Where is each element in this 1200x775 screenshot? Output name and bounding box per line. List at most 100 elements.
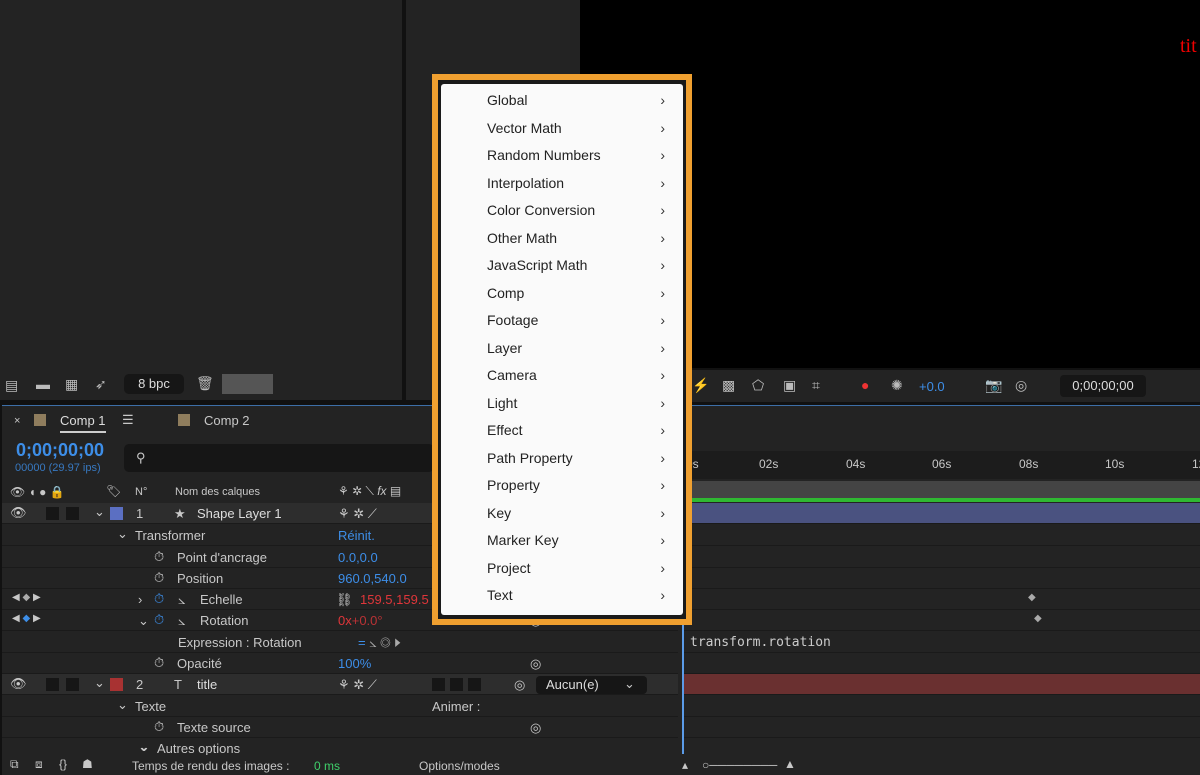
color-swatch[interactable]	[222, 374, 273, 394]
guides-icon[interactable]: ⌗	[812, 378, 820, 392]
interpret-footage-icon[interactable]: ▤	[5, 378, 18, 392]
timeline-track[interactable]: ◆	[682, 610, 1200, 631]
viewer-timecode[interactable]: 0;00;00;00	[1060, 375, 1146, 397]
options-modes-toggle[interactable]: Options/modes	[419, 759, 500, 773]
property-value[interactable]: Réinit.	[338, 528, 375, 543]
chevron-down-icon[interactable]: ⌄	[138, 613, 149, 629]
mode-switch[interactable]	[450, 678, 463, 691]
tab-comp-2[interactable]: Comp 2	[204, 413, 250, 428]
brackets-icon[interactable]: {}	[59, 757, 67, 771]
menu-item-project[interactable]: Project ›	[441, 555, 683, 582]
stopwatch-icon[interactable]: ⏱	[154, 719, 164, 735]
current-time-indicator[interactable]	[682, 622, 684, 754]
menu-item-vector-math[interactable]: Vector Math ›	[441, 115, 683, 142]
menu-item-javascript-math[interactable]: JavaScript Math ›	[441, 252, 683, 279]
menu-item-layer[interactable]: Layer ›	[441, 335, 683, 362]
folder-icon[interactable]: ▬	[36, 377, 50, 391]
menu-item-color-conversion[interactable]: Color Conversion ›	[441, 197, 683, 224]
property-row[interactable]: ⌄TexteAnimer :◎	[2, 696, 678, 717]
menu-item-text[interactable]: Text ›	[441, 582, 683, 609]
timeline-track[interactable]	[682, 568, 1200, 589]
property-value[interactable]: 159.5,159.5	[360, 592, 429, 607]
exposure-value[interactable]: +0.0	[919, 379, 945, 394]
property-value[interactable]: 100%	[338, 656, 371, 671]
layer-switches-icon[interactable]: ⧈	[35, 757, 43, 772]
render-rocket-icon[interactable]: ➶	[95, 377, 107, 391]
menu-item-random-numbers[interactable]: Random Numbers ›	[441, 142, 683, 169]
keyframe-nav[interactable]: ◀ ◆ ▶	[12, 592, 41, 603]
work-area-bar[interactable]	[682, 481, 1200, 498]
channels-icon[interactable]: ●	[861, 378, 869, 392]
draft-3d-icon[interactable]: ☗	[82, 757, 93, 771]
label-color[interactable]	[110, 678, 123, 691]
lock-switch[interactable]	[66, 678, 79, 691]
timeline-track[interactable]	[682, 696, 1200, 717]
parent-select[interactable]: Aucun(e) ⌄	[536, 676, 647, 694]
keyframe-icon[interactable]: ◆	[1028, 592, 1036, 603]
snapshot-icon[interactable]: 📷	[985, 378, 1002, 392]
menu-item-path-property[interactable]: Path Property ›	[441, 445, 683, 472]
spiral-icon[interactable]: ◎	[530, 656, 541, 672]
eye-icon[interactable]: 👁	[10, 676, 27, 692]
menu-item-global[interactable]: Global ›	[441, 87, 683, 114]
timeline-track[interactable]: ◆	[682, 589, 1200, 610]
show-snapshot-icon[interactable]: ◎	[1015, 378, 1027, 392]
bpc-button[interactable]: 8 bpc	[124, 374, 184, 394]
mode-switch[interactable]	[432, 678, 445, 691]
stopwatch-icon[interactable]: ⏱	[154, 655, 164, 671]
property-row[interactable]: ⏱ Texte source ◎	[2, 717, 678, 738]
solo-switch[interactable]	[46, 678, 59, 691]
mask-path-icon[interactable]: ⬠	[752, 378, 764, 392]
expression-text[interactable]: transform.rotation	[690, 635, 831, 650]
link-icon[interactable]: ⛓	[336, 592, 353, 608]
transparency-grid-icon[interactable]: ▩	[722, 378, 735, 392]
property-row[interactable]: Expression : Rotation = ⦣ ◎ ⏵	[2, 632, 678, 653]
timeline-track[interactable]	[682, 547, 1200, 568]
animate-button[interactable]: Animer :	[432, 699, 480, 714]
menu-item-property[interactable]: Property ›	[441, 472, 683, 499]
eye-icon[interactable]: 👁	[10, 505, 27, 521]
trash-icon[interactable]: 🗑	[196, 376, 214, 390]
current-timecode[interactable]: 0;00;00;00	[16, 440, 104, 461]
spiral-icon[interactable]: ◎	[514, 677, 525, 693]
graph-icon[interactable]: ⦣	[178, 592, 185, 608]
layer-search-input[interactable]: ⚲	[124, 444, 434, 472]
menu-item-key[interactable]: Key ›	[441, 500, 683, 527]
property-value[interactable]: 960.0,540.0	[338, 571, 407, 586]
region-icon[interactable]: ▣	[783, 378, 796, 392]
switch-icons[interactable]: ⚘ ✲ ⟋	[338, 506, 377, 522]
menu-item-interpolation[interactable]: Interpolation ›	[441, 170, 683, 197]
lock-switch[interactable]	[66, 507, 79, 520]
property-row[interactable]: ⏱ Opacité 100% ◎	[2, 653, 678, 674]
menu-item-comp[interactable]: Comp ›	[441, 280, 683, 307]
menu-item-footage[interactable]: Footage ›	[441, 307, 683, 334]
rotation-value[interactable]: 0x+0.0°	[338, 613, 383, 628]
chevron-down-icon[interactable]: ⌄	[117, 697, 128, 713]
comp-flowchart-icon[interactable]: ⧉	[10, 757, 19, 772]
switch-icons[interactable]: ⚘ ✲ ⟋	[338, 677, 377, 693]
chevron-down-icon[interactable]: ⌄	[138, 739, 149, 755]
menu-item-other-math[interactable]: Other Math ›	[441, 225, 683, 252]
chevron-down-icon[interactable]: ⌄	[94, 504, 105, 520]
graph-icon[interactable]: ⦣	[178, 613, 185, 629]
keyframe-nav[interactable]: ◀ ◆ ▶	[12, 613, 41, 624]
zoom-out-icon[interactable]: ▴	[682, 758, 688, 772]
timeline-track[interactable]	[682, 503, 1200, 524]
menu-item-camera[interactable]: Camera ›	[441, 362, 683, 389]
layer-name-header[interactable]: Nom des calques	[175, 486, 260, 498]
chevron-down-icon[interactable]: ⌄	[117, 526, 128, 542]
tab-comp-1[interactable]: Comp 1	[60, 413, 106, 433]
timeline-track[interactable]	[682, 674, 1200, 695]
solo-switch[interactable]	[46, 507, 59, 520]
keyframe-icon[interactable]: ◆	[1034, 613, 1042, 624]
tab-menu-icon[interactable]: ☰	[122, 412, 134, 428]
fast-preview-icon[interactable]: ⚡	[692, 378, 709, 392]
exposure-icon[interactable]: ✺	[891, 378, 903, 392]
new-comp-icon[interactable]: ▦	[65, 377, 78, 391]
property-value[interactable]: 0.0,0.0	[338, 550, 378, 565]
zoom-in-icon[interactable]: ▲	[784, 757, 796, 771]
stopwatch-icon[interactable]: ⏱	[154, 591, 164, 607]
stopwatch-icon[interactable]: ⏱	[154, 570, 164, 586]
mode-switch[interactable]	[468, 678, 481, 691]
menu-item-effect[interactable]: Effect ›	[441, 417, 683, 444]
